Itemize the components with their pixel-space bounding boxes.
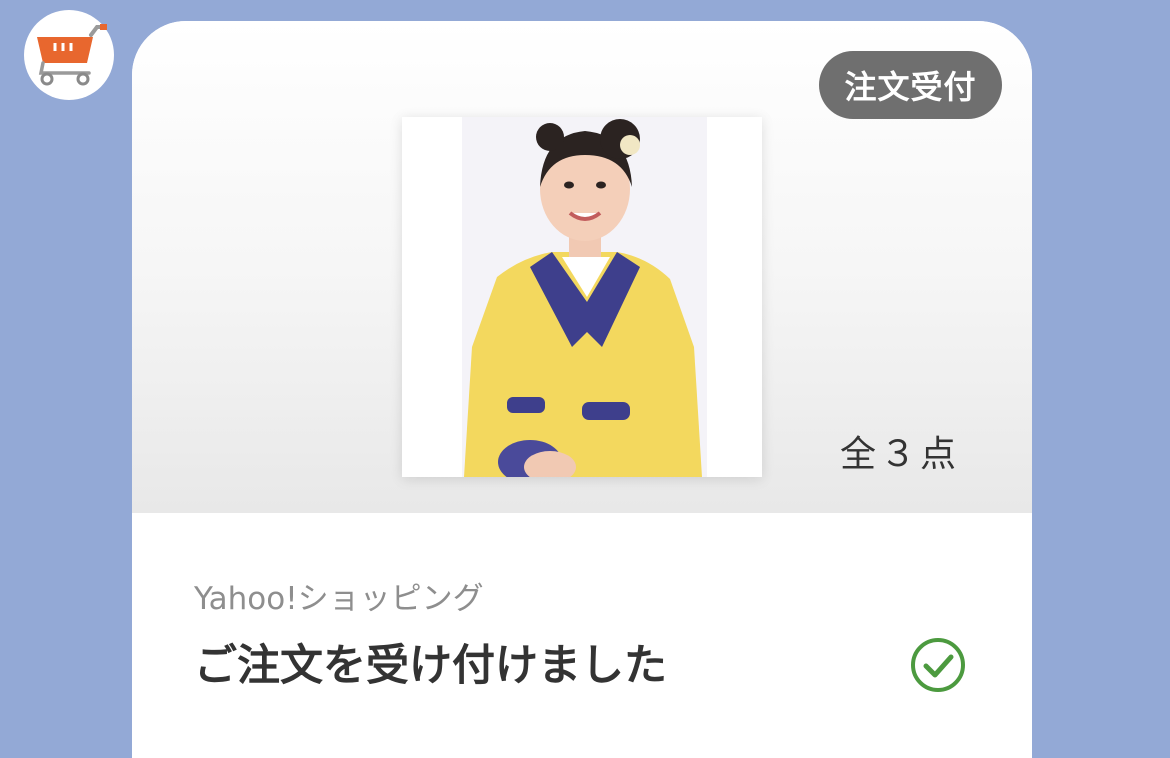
chat-background: 注文受付 全３点 Yahoo!ショッピング ご注文を受け付けました	[0, 0, 1170, 758]
order-card-body: Yahoo!ショッピング ご注文を受け付けました	[132, 513, 1032, 758]
check-circle-icon	[911, 638, 965, 692]
shop-name: Yahoo!ショッピング	[194, 581, 484, 617]
order-card[interactable]: 注文受付 全３点 Yahoo!ショッピング ご注文を受け付けました	[132, 21, 1032, 758]
product-image[interactable]	[402, 117, 762, 484]
avatar[interactable]	[24, 10, 114, 100]
order-card-header: 注文受付 全３点	[132, 21, 1032, 513]
status-badge: 注文受付	[819, 51, 1002, 119]
item-count: 全３点	[840, 434, 961, 475]
shopping-cart-icon	[37, 24, 107, 86]
product-photo-icon	[402, 117, 762, 484]
order-message: ご注文を受け付けました	[194, 641, 667, 691]
